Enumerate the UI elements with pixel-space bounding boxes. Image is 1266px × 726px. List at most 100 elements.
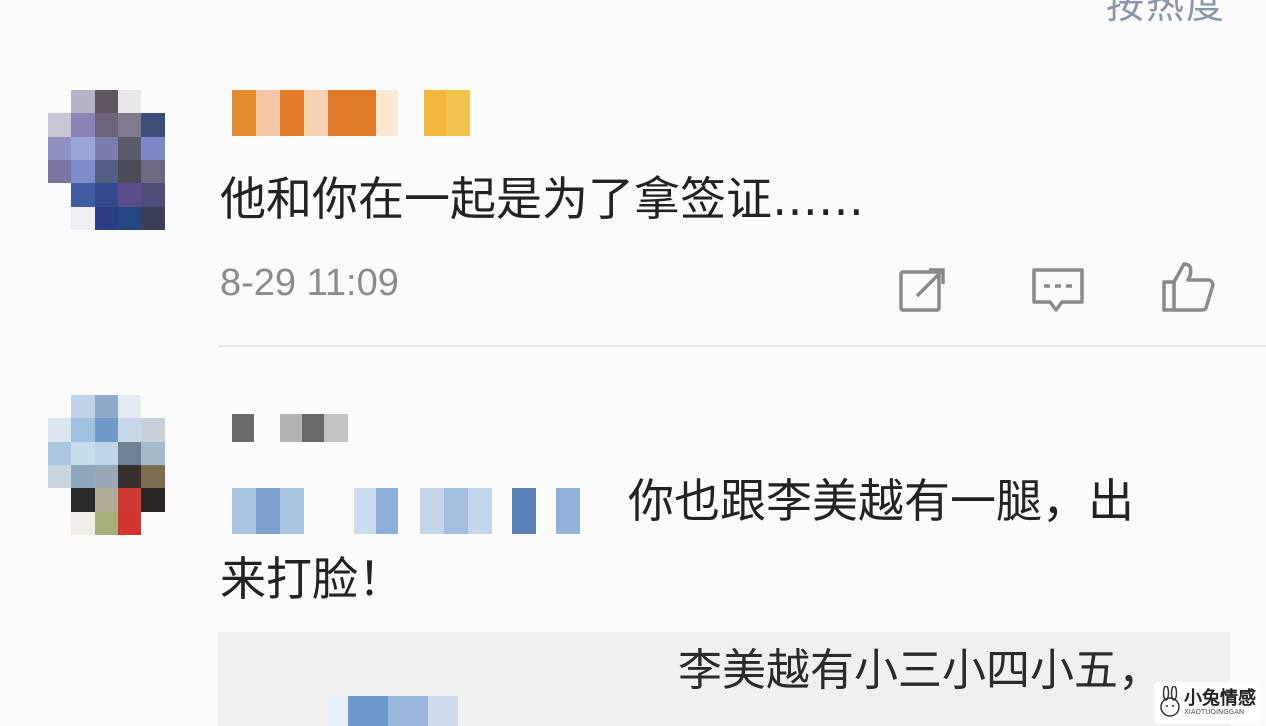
mosaic-pixel: [71, 395, 95, 419]
mosaic-pixel: [141, 488, 165, 512]
avatar[interactable]: [48, 90, 188, 230]
mosaic-pixel: [280, 488, 304, 534]
mosaic-pixel: [302, 414, 324, 442]
mosaic-pixel: [164, 395, 188, 419]
mosaic-pixel: [280, 90, 304, 136]
mosaic-pixel: [164, 441, 188, 465]
mosaic-pixel: [141, 418, 165, 442]
mosaic-pixel: [71, 418, 95, 442]
mosaic-pixel: [48, 395, 72, 419]
mosaic-pixel: [164, 183, 188, 207]
mosaic-pixel: [48, 441, 72, 465]
username-pixelated[interactable]: [232, 414, 348, 442]
mosaic-pixel: [556, 488, 580, 534]
mosaic-pixel: [141, 511, 165, 535]
mosaic-pixel: [48, 511, 72, 535]
mosaic-pixel: [94, 183, 118, 207]
repost-icon[interactable]: [895, 262, 951, 318]
mosaic-pixel: [376, 90, 398, 136]
reply-username-pixelated: [328, 696, 458, 726]
mosaic-pixel: [512, 488, 536, 534]
watermark-title: 小兔情感: [1184, 688, 1256, 709]
mosaic-pixel: [71, 90, 95, 114]
mosaic-pixel: [446, 90, 470, 136]
mosaic-pixel: [48, 465, 72, 489]
mosaic-pixel: [328, 90, 376, 136]
mosaic-pixel: [232, 488, 256, 534]
mosaic-pixel: [94, 418, 118, 442]
mosaic-pixel: [118, 488, 142, 512]
mosaic-pixel: [304, 488, 354, 534]
mosaic-pixel: [94, 441, 118, 465]
mosaic-pixel: [280, 414, 302, 442]
mosaic-pixel: [398, 488, 420, 534]
mosaic-pixel: [48, 488, 72, 512]
mosaic-pixel: [118, 395, 142, 419]
mosaic-pixel: [388, 696, 428, 726]
mosaic-pixel: [254, 414, 280, 442]
comment-icon[interactable]: [1030, 262, 1086, 318]
mosaic-pixel: [232, 414, 254, 442]
rabbit-icon: [1160, 686, 1180, 717]
mosaic-pixel: [164, 418, 188, 442]
mosaic-pixel: [348, 696, 388, 726]
mosaic-pixel: [256, 90, 280, 136]
mosaic-pixel: [424, 90, 446, 136]
mosaic-pixel: [118, 183, 142, 207]
mosaic-pixel: [118, 160, 142, 184]
mosaic-pixel: [304, 90, 328, 136]
comment-timestamp: 8-29 11:09: [220, 262, 399, 304]
mosaic-pixel: [94, 90, 118, 114]
mosaic-pixel: [324, 414, 348, 442]
mosaic-pixel: [94, 465, 118, 489]
mosaic-pixel: [164, 160, 188, 184]
mosaic-pixel: [94, 113, 118, 137]
mosaic-pixel: [71, 441, 95, 465]
mosaic-pixel: [48, 136, 72, 160]
mosaic-pixel: [354, 488, 376, 534]
mosaic-pixel: [118, 441, 142, 465]
mosaic-pixel: [118, 136, 142, 160]
comment-text: 他和你在一起是为了拿签证……: [220, 172, 864, 226]
mosaic-pixel: [164, 465, 188, 489]
mosaic-pixel: [398, 90, 424, 136]
mosaic-pixel: [48, 418, 72, 442]
mosaic-pixel: [164, 206, 188, 230]
mosaic-pixel: [420, 488, 444, 534]
mosaic-pixel: [141, 395, 165, 419]
sort-by-hot-label[interactable]: 按热度: [1106, 0, 1226, 29]
mosaic-pixel: [94, 136, 118, 160]
mosaic-pixel: [328, 696, 348, 726]
reply-preview[interactable]: 李美越有小三小四小五，: [218, 632, 1230, 726]
mosaic-pixel: [94, 511, 118, 535]
mosaic-pixel: [71, 113, 95, 137]
reply-text: 李美越有小三小四小五，: [678, 645, 1162, 696]
mosaic-pixel: [71, 488, 95, 512]
mosaic-pixel: [232, 90, 256, 136]
comment-divider: [218, 345, 1266, 347]
mosaic-pixel: [94, 160, 118, 184]
mosaic-pixel: [468, 488, 492, 534]
mosaic-pixel: [444, 488, 468, 534]
mosaic-pixel: [141, 206, 165, 230]
mosaic-pixel: [71, 183, 95, 207]
mosaic-pixel: [141, 90, 165, 114]
mosaic-pixel: [118, 465, 142, 489]
avatar[interactable]: [48, 395, 188, 535]
like-icon[interactable]: [1160, 258, 1216, 314]
mosaic-pixel: [118, 113, 142, 137]
mosaic-pixel: [94, 488, 118, 512]
mosaic-pixel: [118, 90, 142, 114]
mosaic-pixel: [536, 488, 556, 534]
mosaic-pixel: [94, 206, 118, 230]
mosaic-pixel: [118, 206, 142, 230]
mosaic-pixel: [94, 395, 118, 419]
mosaic-pixel: [118, 511, 142, 535]
mosaic-pixel: [48, 113, 72, 137]
watermark-logo: 小兔情感 XIAOTUQINGGAN: [1154, 682, 1260, 724]
mosaic-pixel: [71, 465, 95, 489]
username-pixelated[interactable]: [232, 90, 470, 136]
mosaic-pixel: [48, 206, 72, 230]
mosaic-pixel: [48, 183, 72, 207]
mentions-pixelated[interactable]: [232, 488, 580, 534]
